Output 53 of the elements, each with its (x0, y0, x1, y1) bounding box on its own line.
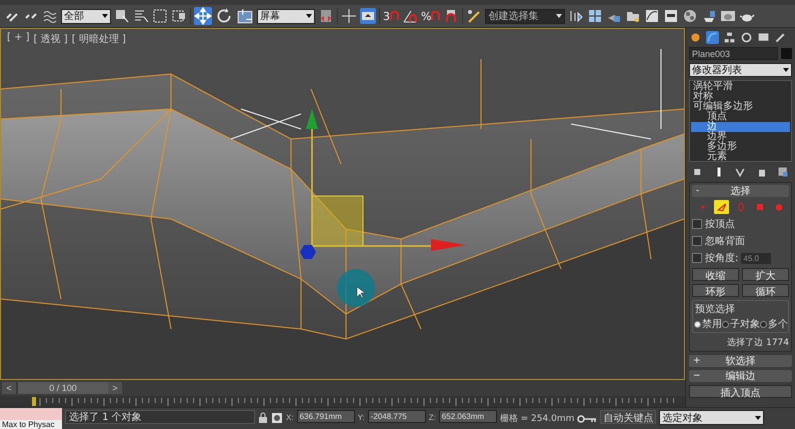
rollout-title[interactable]: 软选择 (726, 354, 756, 368)
selection-button[interactable]: 扩大 (742, 268, 789, 281)
frame-counter[interactable]: 0 / 100 (18, 382, 108, 394)
axis-label: Y: (358, 413, 365, 422)
rollout-title[interactable]: 编辑边 (726, 369, 756, 383)
status-prompt: 选择了 1 个对象 (65, 410, 255, 424)
angle-field[interactable]: 45.0 (741, 252, 772, 264)
coordinate-field[interactable]: 652.063mm (438, 410, 497, 423)
rollout-toggle[interactable]: - (696, 186, 700, 196)
selection-button[interactable]: 收缩 (692, 268, 739, 281)
radio-option[interactable]: 多个 (760, 317, 788, 331)
group-title: 预览选择 (695, 302, 736, 316)
modifier-list-dropdown[interactable]: 修改器列表 (689, 63, 792, 77)
checkbox-label: 忽略背面 (705, 234, 745, 248)
axis-label: X: (286, 413, 294, 422)
selection-spinner-button[interactable]: 循环 (742, 284, 789, 297)
key-filter-dropdown[interactable]: 选定对象 (659, 410, 764, 425)
script-label: Max to Physac (0, 420, 62, 429)
checkbox-label: 按角度: (705, 252, 738, 265)
modifier-stack-item[interactable]: 涡轮平滑 (691, 82, 790, 92)
rollout-toggle[interactable]: + (693, 356, 701, 366)
rollout-title[interactable]: 选择 (730, 184, 750, 198)
reference-coordinate-dropdown[interactable]: 屏幕 (257, 8, 315, 24)
percent-snap-toggle[interactable]: % (421, 10, 440, 22)
axis-label: Z: (428, 413, 436, 422)
auto-key-button[interactable]: 自动关键点 (600, 410, 656, 424)
next-frame-button[interactable]: > (108, 382, 122, 394)
rollout-toggle[interactable]: − (693, 371, 701, 381)
modifier-stack-item[interactable]: 边界 (691, 132, 790, 142)
selection-spinner-button[interactable]: 环形 (692, 284, 739, 297)
viewport-label[interactable]: [ 明暗处理 ] (72, 32, 126, 46)
radio-option[interactable]: 禁用 (694, 317, 722, 331)
modifier-stack-item[interactable]: 多边形 (691, 142, 790, 152)
selection-filter-dropdown[interactable]: 全部 (61, 8, 111, 24)
checkbox-label: 按顶点 (705, 218, 735, 231)
modifier-stack-item[interactable]: 边 (691, 122, 790, 132)
viewport-label[interactable]: [ 透视 ] (34, 32, 68, 46)
previous-frame-button[interactable]: < (2, 382, 16, 394)
perspective-viewport[interactable]: [ + ] [ 透视 ] [ 明暗处理 ] (0, 28, 685, 380)
object-name-field[interactable]: Plane003 (689, 47, 778, 60)
snap-toggle[interactable]: 3 (383, 10, 399, 22)
insert-vertex-button[interactable]: 插入顶点 (689, 385, 792, 398)
coordinate-field[interactable]: -2048.775 (368, 410, 426, 423)
grid-size: 栅格 = 254.0mm (500, 412, 574, 425)
viewport-label[interactable]: [ + ] (7, 32, 30, 46)
modifier-stack-item[interactable]: 元素 (691, 152, 790, 161)
modifier-stack-item[interactable]: 可编辑多边形 (691, 102, 790, 112)
selection-info: 选择了边 1774 (726, 336, 789, 349)
modifier-stack-item[interactable]: 顶点 (691, 112, 790, 122)
coordinate-field[interactable]: 636.791mm (296, 410, 355, 423)
radio-option[interactable]: 子对象 (722, 317, 760, 331)
modifier-stack-item[interactable]: 对称 (691, 92, 790, 102)
named-selection-dropdown[interactable]: 创建选择集 (485, 8, 566, 24)
